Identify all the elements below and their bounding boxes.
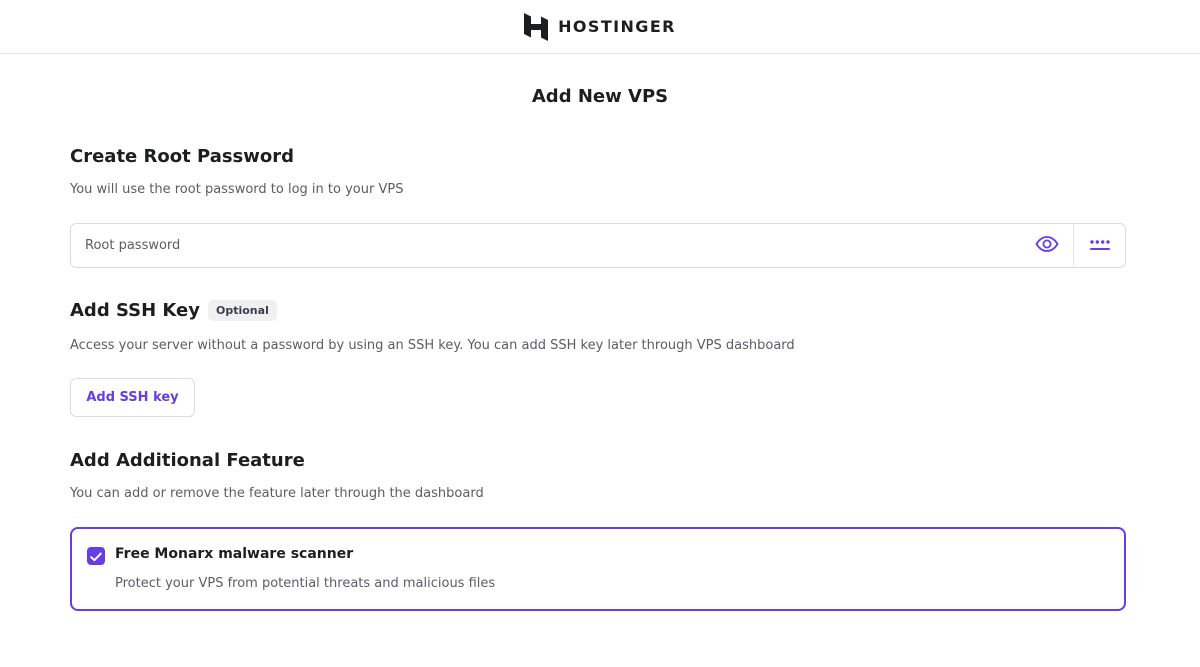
- root-password-title: Create Root Password: [70, 146, 294, 167]
- generate-password-button[interactable]: [1073, 224, 1125, 267]
- root-password-input[interactable]: [71, 224, 1021, 267]
- checkmark-icon: [90, 547, 102, 566]
- root-password-field: [70, 223, 1126, 268]
- ssh-key-title-text: Add SSH Key: [70, 300, 200, 321]
- brand-name: HOSTINGER: [558, 17, 676, 36]
- page-title: Add New VPS: [531, 86, 669, 107]
- hostinger-logo-icon: [524, 12, 549, 41]
- show-password-button[interactable]: [1021, 224, 1073, 267]
- malware-scanner-checkbox[interactable]: [87, 547, 105, 565]
- ssh-key-description: Access your server without a password by…: [70, 338, 795, 353]
- eye-icon: [1035, 235, 1059, 256]
- additional-feature-title: Add Additional Feature: [70, 450, 305, 471]
- brand-logo[interactable]: HOSTINGER: [524, 12, 676, 41]
- malware-scanner-card[interactable]: Free Monarx malware scanner Protect your…: [70, 527, 1126, 611]
- malware-scanner-title: Free Monarx malware scanner: [115, 546, 354, 562]
- root-password-title-text: Create Root Password: [70, 146, 295, 167]
- ssh-key-title: Add SSH Key Optional: [70, 300, 277, 321]
- optional-badge: Optional: [208, 300, 277, 321]
- root-password-description: You will use the root password to log in…: [70, 182, 404, 197]
- additional-feature-description: You can add or remove the feature later …: [70, 486, 484, 501]
- top-header: HOSTINGER: [0, 0, 1200, 54]
- add-ssh-key-button[interactable]: Add SSH key: [70, 378, 195, 417]
- additional-feature-title-text: Add Additional Feature: [70, 450, 305, 471]
- malware-scanner-description: Protect your VPS from potential threats …: [115, 576, 496, 591]
- generate-password-icon: [1089, 236, 1111, 255]
